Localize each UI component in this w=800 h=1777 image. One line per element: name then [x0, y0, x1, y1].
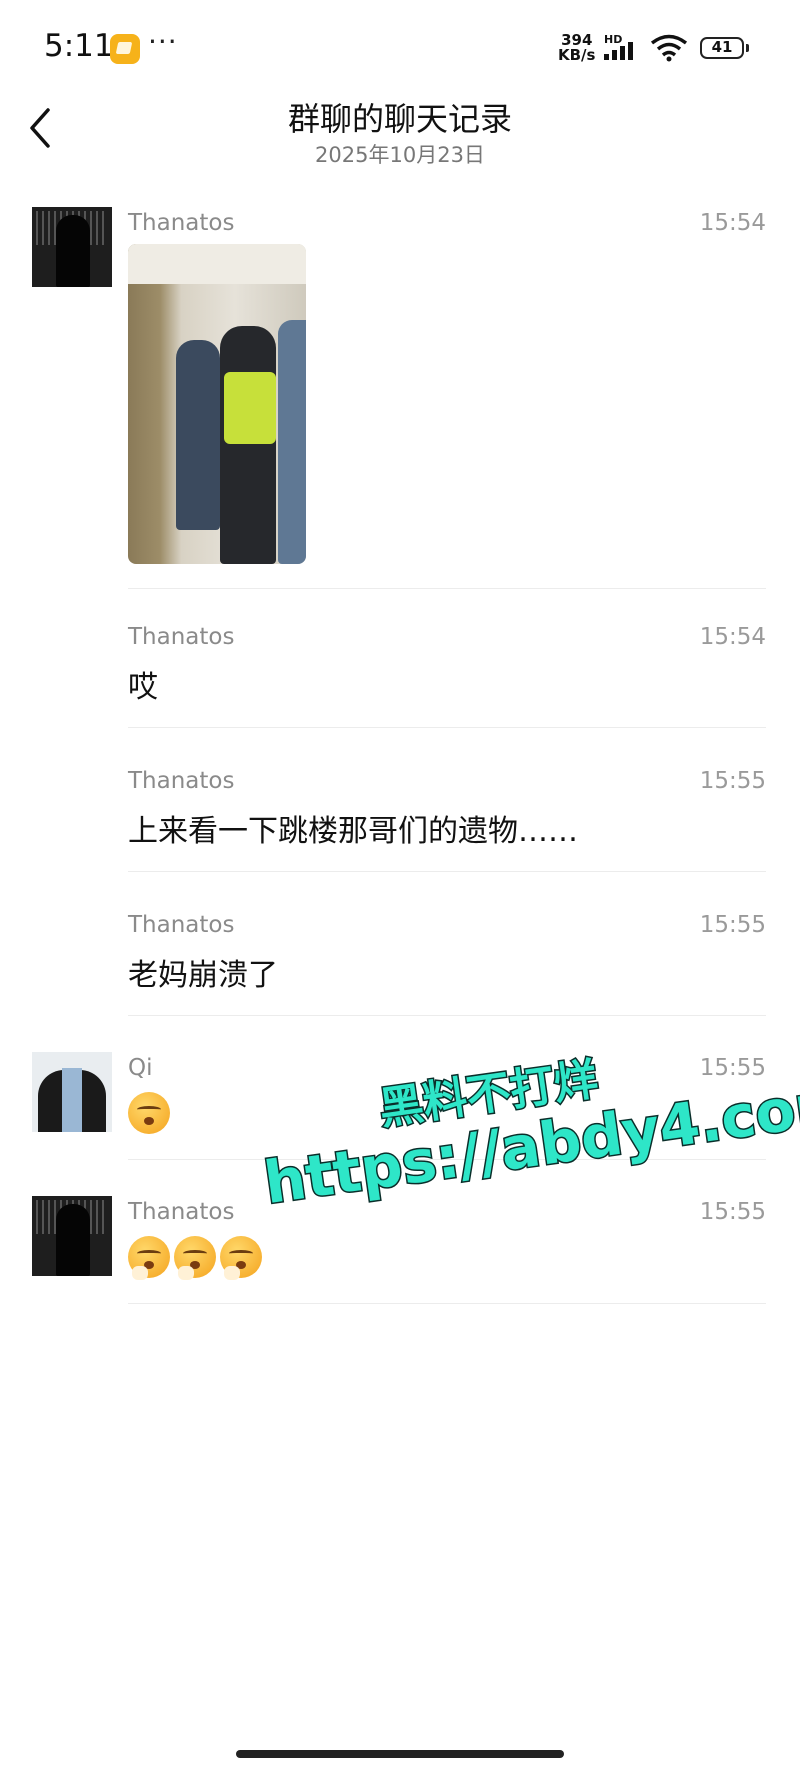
- status-bar: 5:11 ··· 394 KB/s HD 41: [0, 0, 800, 96]
- message-time: 15:55: [699, 1199, 766, 1225]
- status-time: 5:11: [44, 28, 114, 64]
- sender-name: Thanatos: [128, 624, 235, 650]
- message-text: 老妈崩溃了: [128, 958, 278, 993]
- divider: [128, 727, 766, 728]
- avatar[interactable]: [32, 207, 112, 287]
- divider: [128, 1015, 766, 1016]
- app-notification-icon: [110, 34, 140, 64]
- message-text: 上来看一下跳楼那哥们的遗物……: [128, 814, 578, 849]
- message-time: 15:55: [699, 1055, 766, 1081]
- message-time: 15:55: [699, 912, 766, 938]
- home-indicator[interactable]: [236, 1750, 564, 1758]
- sender-name: Thanatos: [128, 768, 235, 794]
- wifi-icon: [650, 34, 688, 62]
- message-time: 15:54: [699, 210, 766, 236]
- page-title: 群聊的聊天记录: [287, 100, 512, 138]
- battery-icon: 41: [700, 37, 749, 59]
- chat-date: 2025年10月23日: [315, 143, 485, 167]
- sender-name: Thanatos: [128, 1199, 235, 1225]
- more-notifications-icon: ···: [148, 25, 178, 58]
- avatar[interactable]: [32, 1052, 112, 1132]
- message-text: 哎: [128, 670, 158, 705]
- shush-emoji-icon: [128, 1092, 170, 1134]
- sender-name: Qi: [128, 1055, 153, 1081]
- network-speed: 394 KB/s: [558, 33, 595, 63]
- thinking-emoji-icon: [174, 1236, 216, 1280]
- sender-name: Thanatos: [128, 912, 235, 938]
- message-time: 15:55: [699, 768, 766, 794]
- message-photo[interactable]: [128, 244, 306, 564]
- avatar[interactable]: [32, 1196, 112, 1276]
- message-time: 15:54: [699, 624, 766, 650]
- thinking-emoji-icon: [128, 1236, 170, 1280]
- divider: [128, 871, 766, 872]
- thinking-emoji-icon: [220, 1236, 262, 1280]
- divider: [128, 1303, 766, 1304]
- network-speed-unit: KB/s: [558, 46, 596, 64]
- cellular-signal-icon: [604, 42, 633, 60]
- sender-name: Thanatos: [128, 210, 235, 236]
- divider: [128, 588, 766, 589]
